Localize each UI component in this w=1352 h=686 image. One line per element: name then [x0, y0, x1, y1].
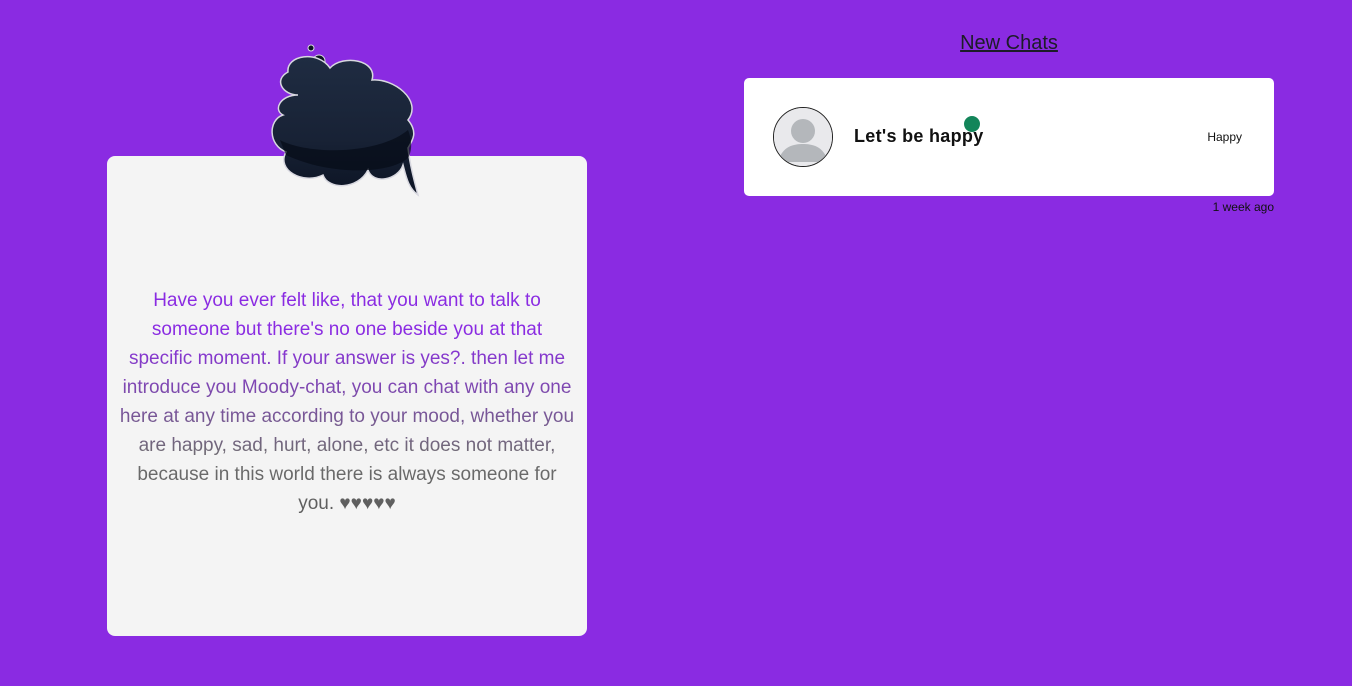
chat-list-item[interactable]: Let's be happy Happy	[744, 78, 1274, 196]
chat-timestamp: 1 week ago	[1212, 200, 1274, 214]
page: Have you ever felt like, that you want t…	[0, 0, 1352, 686]
default-avatar-icon	[773, 107, 833, 167]
chat-mood-label: Happy	[1207, 130, 1242, 144]
new-chats-title[interactable]: New Chats	[744, 32, 1274, 55]
thought-cloud-icon	[271, 44, 420, 197]
online-status-icon	[964, 116, 980, 132]
chat-name: Let's be happy	[854, 126, 984, 146]
intro-text: Have you ever felt like, that you want t…	[119, 286, 575, 518]
intro-card: Have you ever felt like, that you want t…	[107, 156, 587, 636]
